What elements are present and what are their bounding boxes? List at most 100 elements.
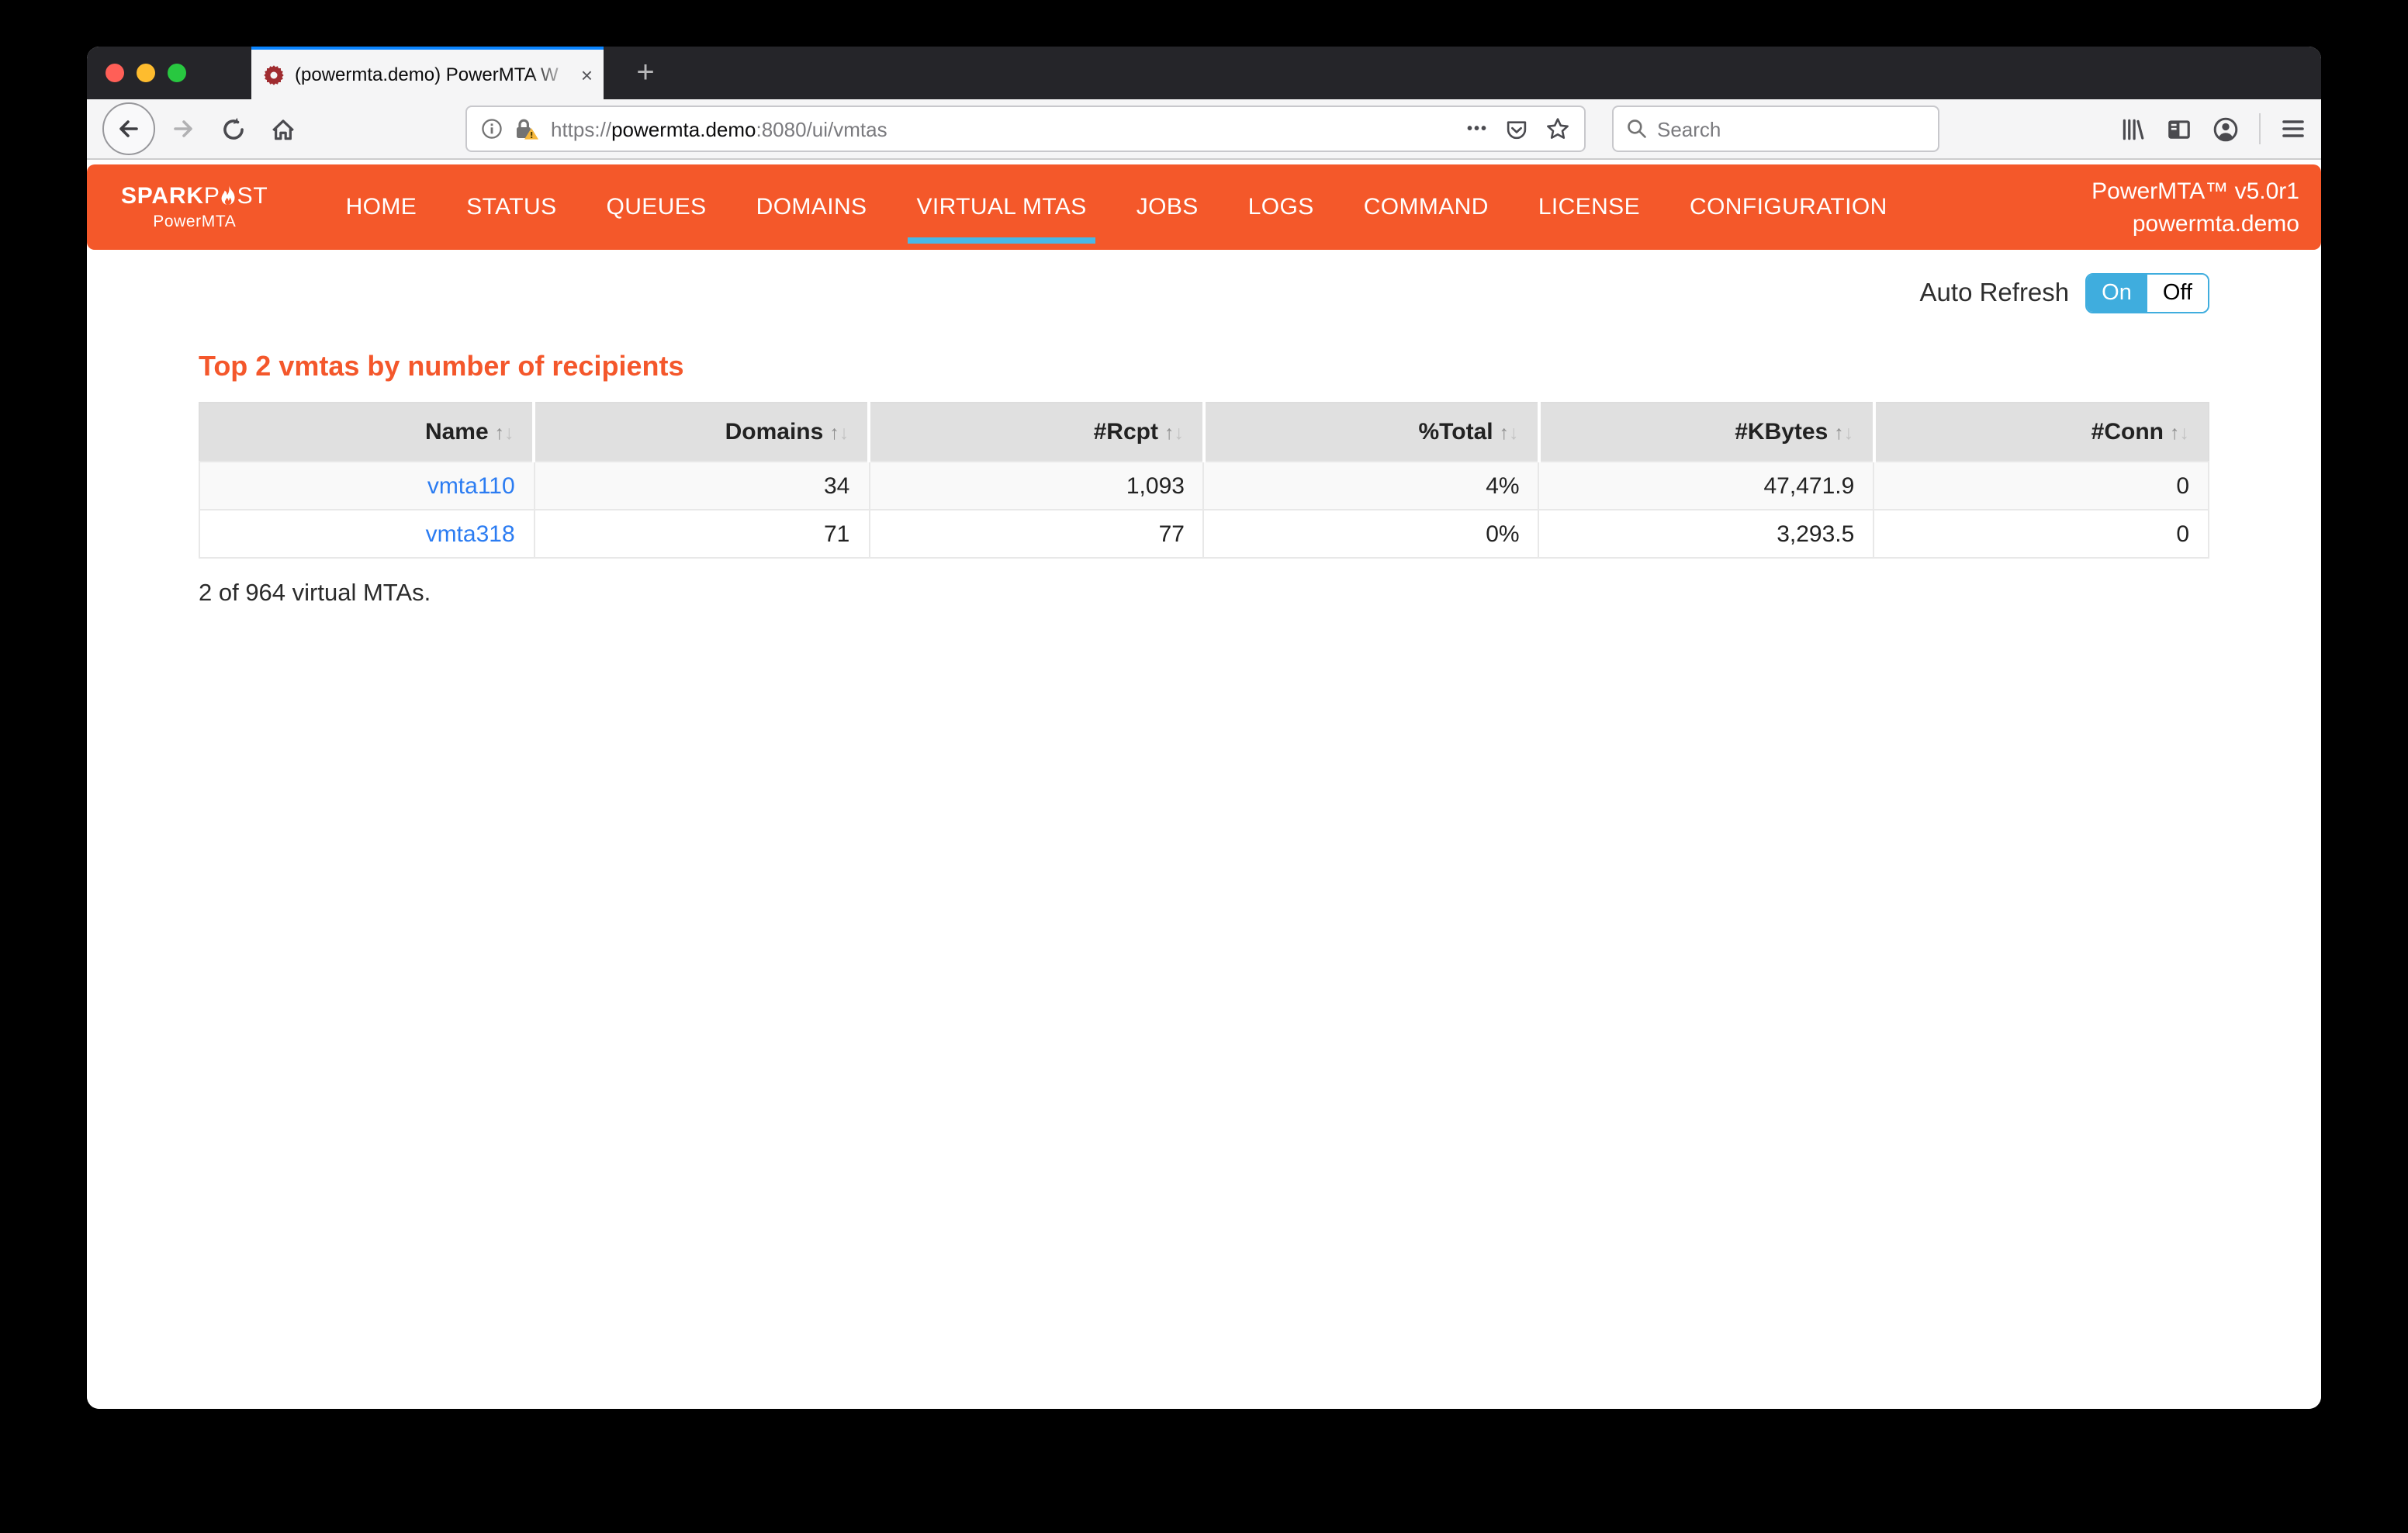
powermta-gear-icon [262,63,285,86]
forward-button[interactable] [161,107,205,151]
browser-window: (powermta.demo) PowerMTA W × + [87,47,2321,1409]
column-header--rcpt[interactable]: #Rcpt ↑↓ [869,403,1204,462]
table-cell: 47,471.9 [1539,462,1874,510]
window-minimize-button[interactable] [137,64,155,82]
column-header--kbytes[interactable]: #KBytes ↑↓ [1539,403,1874,462]
home-button[interactable] [261,107,304,151]
auto-refresh-label: Auto Refresh [1920,279,2070,308]
nav-item-domains[interactable]: DOMAINS [732,164,892,250]
forward-icon [171,116,195,141]
nav-item-license[interactable]: LICENSE [1514,164,1665,250]
nav-item-queues[interactable]: QUEUES [582,164,732,250]
column-header--conn[interactable]: #Conn ↑↓ [1873,403,2209,462]
nav-item-logs[interactable]: LOGS [1223,164,1339,250]
info-icon[interactable] [481,118,503,140]
column-header-name[interactable]: Name ↑↓ [199,403,535,462]
page-actions-icon[interactable]: ••• [1467,120,1488,137]
toolbar-divider [2259,113,2261,144]
vmtas-table: Name↑↓Domains↑↓#Rcpt↑↓%Total↑↓#KBytes↑↓#… [199,402,2209,559]
brand-subtitle: PowerMTA [121,214,268,230]
flame-icon [221,185,237,208]
refresh-icon [220,116,246,142]
tab-strip: (powermta.demo) PowerMTA W × + [87,47,2321,99]
search-bar[interactable]: Search [1612,106,1939,152]
account-icon[interactable] [2213,116,2239,142]
column-label: Name [425,419,489,445]
refresh-button[interactable] [211,107,254,151]
app-navbar: SPARKP ST PowerMTA HOMESTATUSQUEUESDOMAI… [87,164,2321,250]
auto-refresh-off-button[interactable]: Off [2147,275,2208,312]
table-row: vmta31871770%3,293.50 [199,510,2209,558]
sort-icon: ↑↓ [1500,422,1519,444]
server-hostname: powermta.demo [2091,207,2299,240]
vmta-name-cell: vmta110 [199,462,535,510]
table-header-row: Name↑↓Domains↑↓#Rcpt↑↓%Total↑↓#KBytes↑↓#… [199,403,2209,462]
sparkpost-brand[interactable]: SPARKP ST PowerMTA [121,185,268,230]
table-cell: 1,093 [869,462,1204,510]
column-header--total[interactable]: %Total ↑↓ [1204,403,1539,462]
search-icon [1626,118,1648,140]
auto-refresh-row: Auto Refresh On Off [199,273,2209,313]
column-header-domains[interactable]: Domains↑↓ [535,403,870,462]
tab-title: (powermta.demo) PowerMTA W [295,64,572,85]
window-close-button[interactable] [106,64,124,82]
sort-icon: ↑↓ [1834,422,1853,444]
column-label: %Total [1419,419,1493,445]
nav-menu: HOMESTATUSQUEUESDOMAINSVIRTUAL MTASJOBSL… [321,164,1912,250]
page-title: Top 2 vmtas by number of recipients [199,351,2209,383]
column-label: #Conn [2091,419,2164,445]
tab-title-fade [531,64,572,85]
sidebar-icon[interactable] [2166,116,2192,142]
table-summary: 2 of 964 virtual MTAs. [199,580,2209,608]
url-text[interactable]: https://powermta.demo:8080/ui/vmtas [551,117,887,140]
auto-refresh-on-button[interactable]: On [2086,275,2147,312]
vmta-name-cell: vmta318 [199,510,535,558]
page-content: Auto Refresh On Off Top 2 vmtas by numbe… [87,250,2321,1409]
column-label: Domains [725,419,824,445]
sort-icon: ↑↓ [2170,422,2189,444]
nav-item-command[interactable]: COMMAND [1339,164,1514,250]
nav-item-configuration[interactable]: CONFIGURATION [1665,164,1912,250]
toolbar-right-icons [2119,113,2306,144]
search-placeholder: Search [1657,117,1721,140]
table-cell: 71 [535,510,870,558]
auto-refresh-toggle: On Off [2085,273,2209,313]
table-row: vmta110 341,0934%47,471.90 [199,462,2209,510]
bookmark-star-icon[interactable] [1545,116,1570,141]
lock-warning-icon[interactable] [514,117,540,140]
back-button[interactable] [102,102,155,155]
column-label: #KBytes [1735,419,1828,445]
table-cell: 0% [1204,510,1539,558]
brand-wordmark: SPARKP ST [121,185,268,208]
sort-icon: ↑↓ [1164,422,1184,444]
table-cell: 4% [1204,462,1539,510]
browser-tab[interactable]: (powermta.demo) PowerMTA W × [251,47,604,99]
table-cell: 3,293.5 [1539,510,1874,558]
browser-toolbar: https://powermta.demo:8080/ui/vmtas ••• [87,99,2321,160]
new-tab-button[interactable]: + [621,47,670,99]
nav-item-virtual-mtas[interactable]: VIRTUAL MTAS [891,164,1111,250]
vmta-link[interactable]: vmta318 [426,521,515,547]
sort-icon: ↑↓ [495,422,514,444]
url-bar[interactable]: https://powermta.demo:8080/ui/vmtas ••• [465,106,1586,152]
column-label: #Rcpt [1094,419,1158,445]
product-version: PowerMTA™ v5.0r1 [2091,175,2299,207]
url-actions: ••• [1467,116,1570,141]
nav-item-status[interactable]: STATUS [441,164,581,250]
screenshot-stage: (powermta.demo) PowerMTA W × + [0,0,2408,1533]
traffic-lights [106,64,186,82]
window-zoom-button[interactable] [168,64,186,82]
nav-item-jobs[interactable]: JOBS [1112,164,1223,250]
library-icon[interactable] [2119,116,2146,142]
sort-icon: ↑↓ [829,422,849,444]
table-cell: 0 [1873,462,2209,510]
tab-close-icon[interactable]: × [581,63,593,86]
menu-icon[interactable] [2281,118,2306,140]
pocket-icon[interactable] [1505,117,1528,140]
table-cell: 0 [1873,510,2209,558]
table-cell: 34 [535,462,870,510]
nav-item-home[interactable]: HOME [321,164,442,250]
table-body: vmta110341,0934%47,471.90vmta31871770%3,… [199,462,2209,558]
vmta-link[interactable]: vmta110 [427,472,515,499]
home-icon [269,116,296,142]
